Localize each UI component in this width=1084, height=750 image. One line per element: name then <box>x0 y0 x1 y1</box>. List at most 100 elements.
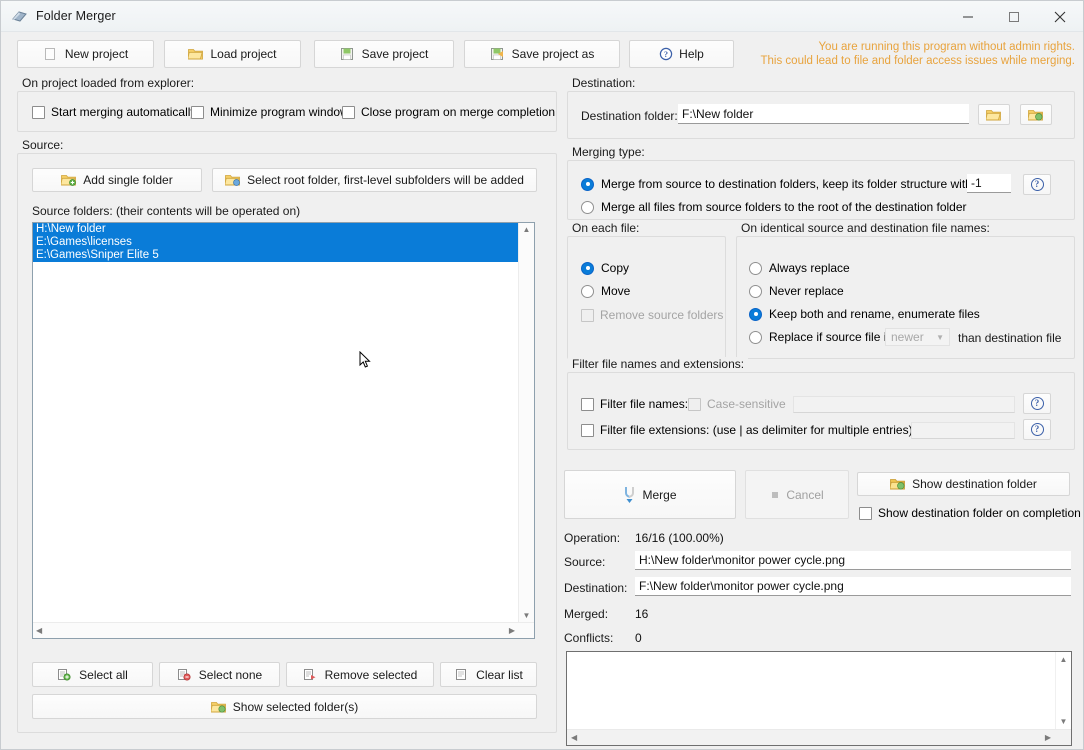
checkbox-label: Filter file extensions: (use | as delimi… <box>600 423 913 437</box>
load-project-button[interactable]: Load project <box>164 40 301 68</box>
radio-label: Never replace <box>769 284 844 298</box>
destination-title: Destination: <box>568 76 640 90</box>
log-textarea[interactable]: ▲ ▼ ◀ ▶ <box>566 651 1072 746</box>
destination-folder-input[interactable]: F:\New folder <box>678 104 969 124</box>
select-all-label: Select all <box>79 667 128 682</box>
checkbox-minimize-program-window[interactable]: Minimize program window <box>191 105 349 119</box>
listbox-horizontal-scrollbar[interactable]: ◀ ▶ <box>33 622 534 638</box>
radio-keep-both-rename[interactable]: Keep both and rename, enumerate files <box>749 307 980 321</box>
select-none-icon <box>177 668 193 682</box>
radio-label: Keep both and rename, enumerate files <box>769 307 980 321</box>
select-none-label: Select none <box>198 667 263 682</box>
remove-selected-button[interactable]: Remove selected <box>286 662 434 687</box>
open-destination-button[interactable] <box>1020 104 1052 125</box>
checkbox-label: Filter file names: <box>600 397 689 411</box>
minimize-button[interactable] <box>945 1 991 32</box>
browse-destination-button[interactable] <box>978 104 1010 125</box>
filter-file-names-input[interactable] <box>793 396 1015 413</box>
select-all-button[interactable]: Select all <box>32 662 153 687</box>
chevron-down-icon: ▼ <box>936 332 944 342</box>
scroll-down-icon[interactable]: ▼ <box>1060 718 1068 726</box>
radio-always-replace[interactable]: Always replace <box>749 261 850 275</box>
replace-condition-tail-label: than destination file <box>958 331 1062 345</box>
scroll-left-icon[interactable]: ◀ <box>571 733 577 742</box>
select-root-folder-button[interactable]: Select root folder, first-level subfolde… <box>212 168 537 192</box>
checkbox-box <box>191 105 204 119</box>
radio-never-replace[interactable]: Never replace <box>749 284 844 298</box>
question-icon: ? <box>1030 423 1044 436</box>
checkbox-label: Show destination folder on completion <box>878 506 1081 520</box>
checkbox-start-merging-automatically[interactable]: Start merging automatically <box>32 105 196 119</box>
save-project-as-button[interactable]: Save project as <box>464 40 620 68</box>
replace-condition-select[interactable]: newer ▼ <box>885 328 950 346</box>
save-project-label: Save project <box>361 47 429 61</box>
radio-dot <box>749 330 762 344</box>
structure-level-input[interactable]: -1 <box>967 174 1011 193</box>
new-project-label: New project <box>64 47 129 61</box>
scroll-up-icon[interactable]: ▲ <box>523 226 531 234</box>
scroll-left-icon[interactable]: ◀ <box>36 626 42 635</box>
log-horizontal-scrollbar[interactable]: ◀ ▶ <box>567 729 1071 745</box>
checkbox-label: Close program on merge completion <box>361 105 556 119</box>
merge-arrows-icon <box>623 486 636 504</box>
checkbox-box <box>32 105 45 119</box>
window-controls <box>945 1 1083 32</box>
radio-merge-flatten[interactable]: Merge all files from source folders to t… <box>581 200 967 214</box>
filter-extensions-help-button[interactable]: ? <box>1023 419 1051 440</box>
checkbox-show-destination-on-completion[interactable]: Show destination folder on completion <box>859 506 1081 520</box>
scroll-down-icon[interactable]: ▼ <box>523 612 531 620</box>
source-folders-listbox[interactable]: H:\New folder E:\Games\licenses E:\Games… <box>32 222 535 639</box>
merging-type-help-button[interactable]: ? <box>1023 174 1051 195</box>
new-project-button[interactable]: New project <box>17 40 154 68</box>
filter-file-extensions-input[interactable] <box>911 422 1015 439</box>
list-item[interactable]: H:\New folder <box>33 223 519 236</box>
checkbox-box <box>581 308 594 322</box>
stop-icon <box>770 490 780 500</box>
destination-status-value: F:\New folder\monitor power cycle.png <box>635 577 1071 596</box>
listbox-vertical-scrollbar[interactable]: ▲ ▼ <box>518 223 534 623</box>
help-button[interactable]: ? Help <box>629 40 734 68</box>
checkbox-filter-file-names[interactable]: Filter file names: <box>581 397 688 411</box>
checkbox-label: Start merging automatically <box>51 105 197 119</box>
save-project-as-label: Save project as <box>511 47 595 61</box>
radio-move[interactable]: Move <box>581 284 630 298</box>
merge-button[interactable]: Merge <box>564 470 736 519</box>
radio-replace-if-newer[interactable]: Replace if source file is <box>749 330 892 344</box>
checkbox-label: Minimize program window <box>210 105 349 119</box>
scroll-right-icon[interactable]: ▶ <box>1045 733 1051 742</box>
conflicts-label: Conflicts: <box>564 631 614 645</box>
filter-names-help-button[interactable]: ? <box>1023 393 1051 414</box>
list-item[interactable]: E:\Games\Sniper Elite 5 <box>33 249 519 262</box>
title-bar: Folder Merger <box>1 1 1083 32</box>
svg-text:?: ? <box>664 50 668 59</box>
radio-merge-keep-structure[interactable]: Merge from source to destination folders… <box>581 177 1003 191</box>
radio-label: Merge all files from source folders to t… <box>601 200 967 214</box>
clear-list-button[interactable]: Clear list <box>440 662 537 687</box>
destination-status-label: Destination: <box>564 581 628 595</box>
merged-value: 16 <box>635 607 649 621</box>
radio-dot <box>581 261 594 275</box>
scroll-up-icon[interactable]: ▲ <box>1060 656 1068 664</box>
save-project-button[interactable]: Save project <box>314 40 454 68</box>
checkbox-label: Case-sensitive <box>707 397 786 411</box>
folder-open-icon <box>188 47 204 61</box>
radio-copy[interactable]: Copy <box>581 261 629 275</box>
close-button[interactable] <box>1037 1 1083 32</box>
show-selected-folders-button[interactable]: Show selected folder(s) <box>32 694 537 719</box>
question-icon: ? <box>659 47 673 61</box>
scroll-right-icon[interactable]: ▶ <box>509 626 515 635</box>
checkbox-close-program-on-merge-completion[interactable]: Close program on merge completion <box>342 105 555 119</box>
checkbox-filter-file-extensions[interactable]: Filter file extensions: (use | as delimi… <box>581 423 913 437</box>
list-item[interactable]: E:\Games\licenses <box>33 236 519 249</box>
show-destination-folder-button[interactable]: Show destination folder <box>857 472 1070 496</box>
maximize-button[interactable] <box>991 1 1037 32</box>
source-list-label: Source folders: (their contents will be … <box>32 204 301 218</box>
log-content <box>569 654 1053 727</box>
select-none-button[interactable]: Select none <box>159 662 280 687</box>
show-destination-folder-label: Show destination folder <box>912 477 1037 491</box>
replace-condition-value: newer <box>891 330 924 344</box>
add-single-folder-button[interactable]: Add single folder <box>32 168 202 192</box>
save-disk-icon <box>340 47 356 61</box>
log-vertical-scrollbar[interactable]: ▲ ▼ <box>1055 652 1071 730</box>
admin-rights-warning: You are running this program without adm… <box>760 41 1076 67</box>
